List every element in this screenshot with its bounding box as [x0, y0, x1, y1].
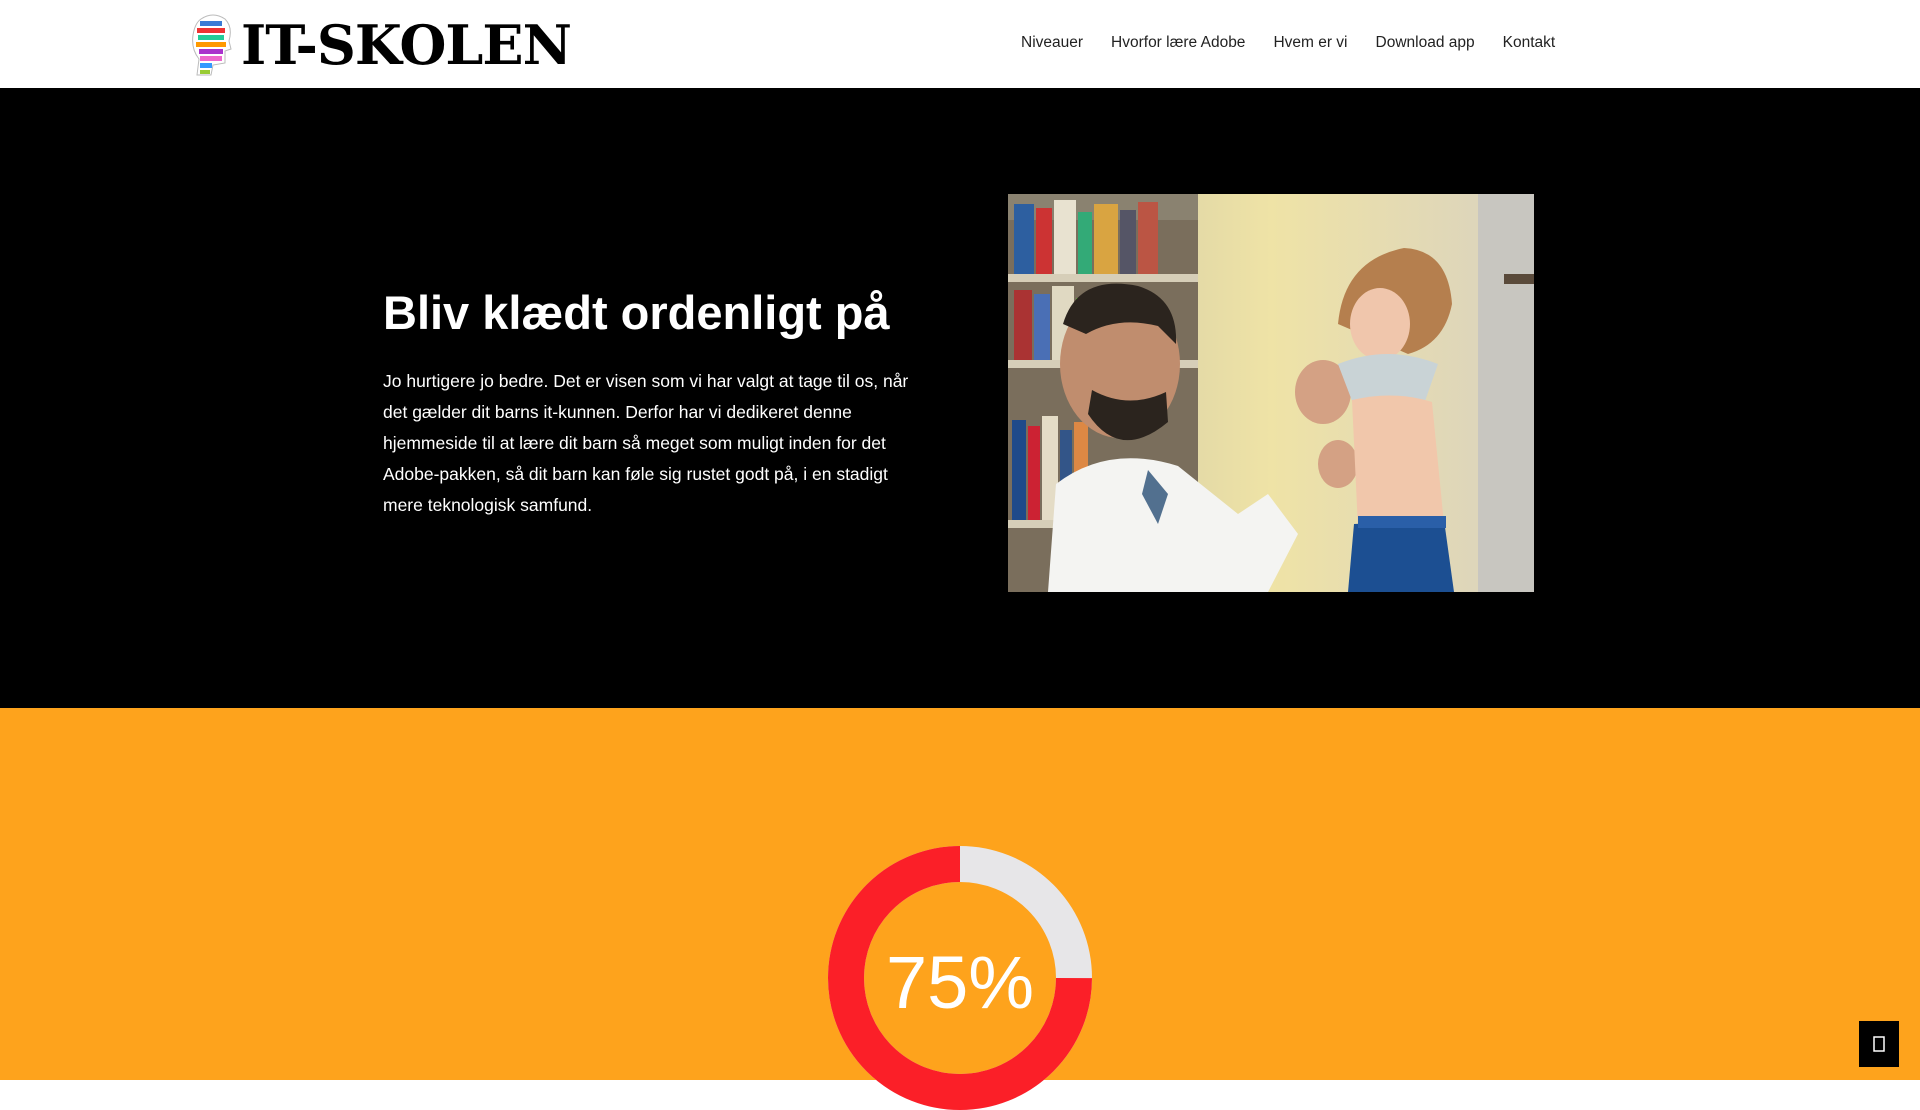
- arrow-up-icon: [1873, 1036, 1885, 1052]
- scroll-top-button[interactable]: [1859, 1021, 1899, 1067]
- main-nav: Niveauer Hvorfor lære Adobe Hvem er vi D…: [1021, 34, 1555, 52]
- hero-section: Bliv klædt ordenligt på Jo hurtigere jo …: [0, 88, 1920, 708]
- site-logo[interactable]: IT-SKOLEN: [191, 12, 572, 78]
- logo-text: IT-SKOLEN: [241, 13, 572, 77]
- nav-item-kontakt[interactable]: Kontakt: [1503, 34, 1556, 52]
- nav-item-hvorfor-laere-adobe[interactable]: Hvorfor lære Adobe: [1111, 34, 1245, 52]
- nav-item-niveauer[interactable]: Niveauer: [1021, 34, 1083, 52]
- hero-text: Jo hurtigere jo bedre. Det er visen som …: [383, 371, 909, 515]
- stats-section: 75%: [0, 708, 1920, 1110]
- site-header: IT-SKOLEN Niveauer Hvorfor lære Adobe Hv…: [0, 0, 1920, 88]
- percent-label: 75%: [885, 941, 1035, 1024]
- hero-title: Bliv klædt ordenligt på: [383, 286, 890, 339]
- nav-item-download-app[interactable]: Download app: [1376, 34, 1475, 52]
- nav-item-hvem-er-vi[interactable]: Hvem er vi: [1273, 34, 1347, 52]
- colorful-head-icon: [192, 14, 232, 76]
- father-dressing-child-photo: [1008, 194, 1534, 592]
